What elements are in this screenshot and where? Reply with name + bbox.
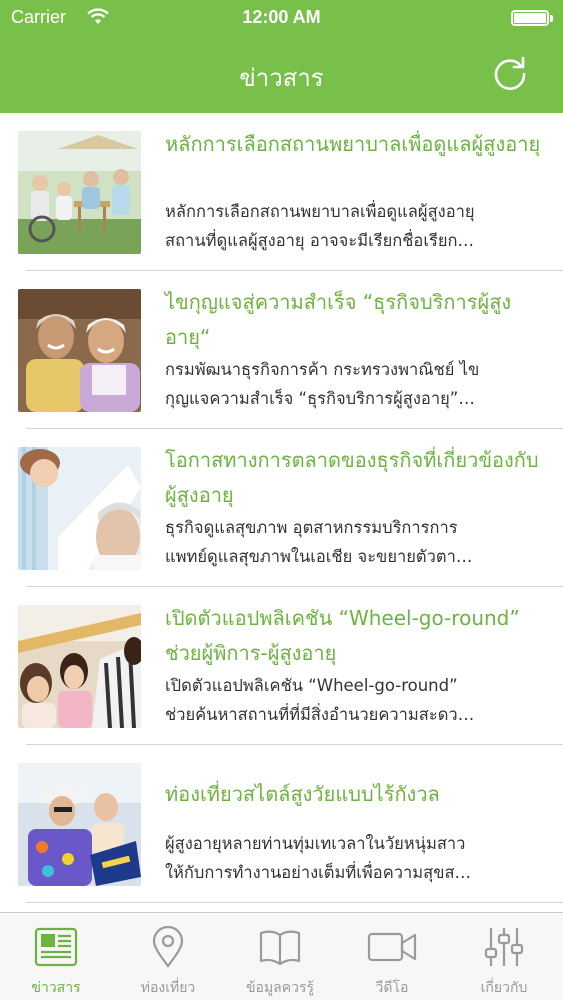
article-description: ธุรกิจดูแลสุขภาพ อุตสาหกรรมบริการการ แพท… xyxy=(165,513,525,571)
tab-label: ท่องเที่ยว xyxy=(140,980,196,996)
battery-icon xyxy=(511,10,549,26)
article-thumbnail xyxy=(18,763,141,886)
status-time: 12:00 AM xyxy=(242,7,321,27)
status-bar: Carrier 12:00 AM xyxy=(0,0,563,40)
battery-tip xyxy=(550,15,553,22)
tab-news[interactable]: ข่าวสาร xyxy=(0,913,112,1000)
news-item[interactable]: โอกาสทางการตลาดของธุรกิจที่เกี่ยวข้องกับ… xyxy=(0,429,563,587)
article-title: ท่องเที่ยวสไตล์สูงวัยแบบไร้กังวล xyxy=(165,782,440,806)
article-description-line: สถานที่ดูแลผู้สูงอายุ อาจจะมีเรียกชื่อเร… xyxy=(165,231,475,250)
navigation-header: Carrier 12:00 AM ข่าวสาร xyxy=(0,0,563,113)
page-title: ข่าวสาร xyxy=(239,64,324,92)
article-description-line: กุญแจความสำเร็จ “ธุรกิจบริการผู้สูงอายุ”… xyxy=(165,389,475,408)
article-thumbnail xyxy=(18,447,141,570)
article-thumbnail xyxy=(18,605,141,728)
article-description-line: ให้กับการทำงานอย่างเต็มที่เพื่อความสุขส… xyxy=(165,863,472,882)
tab-info[interactable]: ข้อมูลควรรู้ xyxy=(224,913,336,1000)
article-title: โอกาสทางการตลาดของธุรกิจที่เกี่ยวข้องกับ… xyxy=(165,448,539,507)
article-title: ไขกุญแจสู่ความสำเร็จ “ธุรกิจบริการผู้สูง… xyxy=(165,290,512,349)
book-icon xyxy=(259,930,301,966)
article-description-line: หลักการเลือกสถานพยาบาลเพื่อดูแลผู้สูงอาย… xyxy=(165,202,475,221)
news-item[interactable]: เปิดตัวแอปพลิเคชัน “Wheel-go-round” ช่วย… xyxy=(0,587,563,745)
article-title: เปิดตัวแอปพลิเคชัน “Wheel-go-round” ช่วย… xyxy=(165,606,520,665)
news-item[interactable]: ไขกุญแจสู่ความสำเร็จ “ธุรกิจบริการผู้สูง… xyxy=(0,271,563,429)
article-description-line: ธุรกิจดูแลสุขภาพ อุตสาหกรรมบริการการ xyxy=(165,518,458,537)
newspaper-icon xyxy=(34,927,78,967)
tab-about[interactable]: เกี่ยวกับ xyxy=(448,913,560,1000)
article-description-line: กรมพัฒนาธุรกิจการค้า กระทรวงพาณิชย์ ไข xyxy=(165,360,480,379)
tab-label: ข้อมูลควรรู้ xyxy=(245,980,315,996)
article-description-line: แพทย์ดูแลสุขภาพในเอเชีย จะขยายตัวตา… xyxy=(165,547,473,566)
news-item[interactable]: หลักการเลือกสถานพยาบาลเพื่อดูแลผู้สูงอาย… xyxy=(0,113,563,271)
article-description: ผู้สูงอายุหลายท่านทุ่มเทเวลาในวัยหนุ่มสา… xyxy=(165,829,525,887)
tab-label: เกี่ยวกับ xyxy=(480,980,528,996)
sliders-icon xyxy=(484,928,524,966)
tab-travel[interactable]: ท่องเที่ยว xyxy=(112,913,224,1000)
tab-label: ข่าวสาร xyxy=(31,980,81,996)
article-description-line: ผู้สูงอายุหลายท่านทุ่มเทเวลาในวัยหนุ่มสา… xyxy=(165,834,466,853)
article-thumbnail xyxy=(18,289,141,412)
refresh-icon[interactable] xyxy=(492,55,528,91)
map-pin-icon xyxy=(152,925,184,968)
article-title: หลักการเลือกสถานพยาบาลเพื่อดูแลผู้สูงอาย… xyxy=(165,132,541,156)
article-description-line: ช่วยค้นหาสถานที่ที่มีสิ่งอำนวยความสะดว… xyxy=(165,705,475,724)
video-camera-icon xyxy=(367,932,417,962)
tab-label: วีดีโอ xyxy=(375,980,409,996)
tab-bar: ข่าวสาร ท่องเที่ยว ข้อมูลควรรู้ วีดีโอ เ… xyxy=(0,912,563,1000)
article-description: กรมพัฒนาธุรกิจการค้า กระทรวงพาณิชย์ ไข ก… xyxy=(165,355,525,413)
tab-video[interactable]: วีดีโอ xyxy=(336,913,448,1000)
article-description: หลักการเลือกสถานพยาบาลเพื่อดูแลผู้สูงอาย… xyxy=(165,197,525,255)
article-description: เปิดตัวแอปพลิเคชัน “Wheel-go-round” ช่วย… xyxy=(165,671,525,729)
row-divider xyxy=(26,902,563,903)
article-description-line: เปิดตัวแอปพลิเคชัน “Wheel-go-round” xyxy=(165,676,458,695)
article-thumbnail xyxy=(18,131,141,254)
news-item[interactable]: ท่องเที่ยวสไตล์สูงวัยแบบไร้กังวล ผู้สูงอ… xyxy=(0,745,563,903)
